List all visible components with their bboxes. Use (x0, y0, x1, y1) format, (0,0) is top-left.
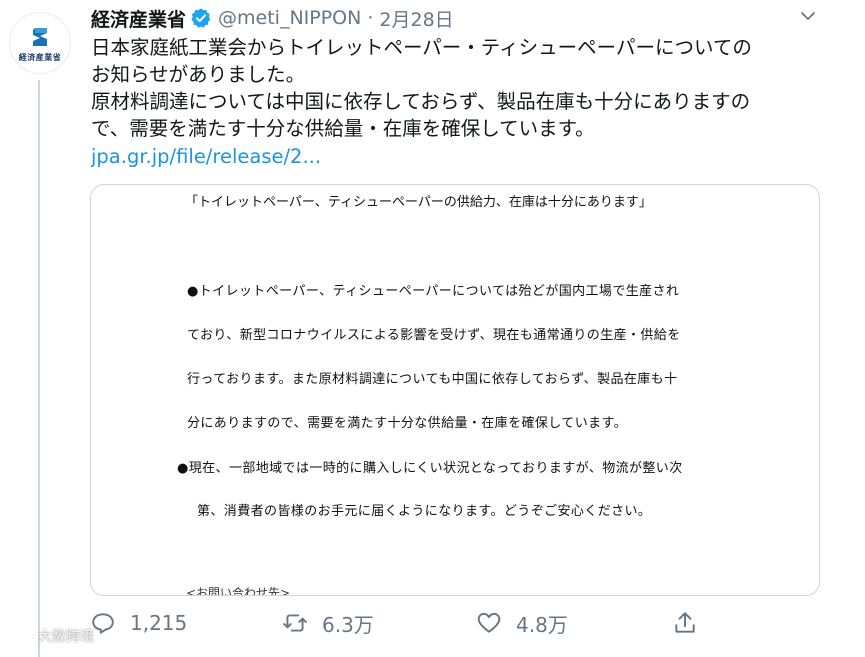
tweet-text-line: 日本家庭紙工業会からトイレットペーパー・ティシューペーパーについての (91, 36, 752, 59)
meti-logo-icon (33, 27, 47, 46)
attached-document-image[interactable]: 「トイレットペーパー、ティシューペーパーの供給力、在庫は十分にあります」 ●トイ… (90, 184, 820, 596)
document-line: 行っております。また原材料調達についても中国に依存しておらず、製品在庫も十 (187, 372, 678, 387)
tweet-date[interactable]: 2月28日 (379, 5, 453, 32)
tweet-actions: 1,215 6.3万 4.8万 (0, 603, 865, 647)
tweet-text: 日本家庭紙工業会からトイレットペーパー・ティシューペーパーについての お知らせが… (91, 34, 831, 142)
retweet-count: 6.3万 (322, 612, 374, 637)
like-count: 4.8万 (516, 612, 568, 637)
separator: · (367, 7, 374, 29)
heart-icon (477, 612, 501, 633)
chevron-down-icon[interactable] (798, 6, 818, 26)
display-name[interactable]: 経済産業省 (91, 5, 186, 32)
tweet-text-line: で、需要を満たす十分な供給量・在庫を確保しています。 (91, 117, 595, 140)
user-handle[interactable]: @meti_NIPPON (218, 7, 361, 29)
reply-count: 1,215 (130, 611, 188, 635)
verified-badge-icon (191, 8, 211, 28)
reply-button[interactable]: 1,215 (90, 603, 187, 643)
tweet-header: 経済産業省 @meti_NIPPON · 2月28日 (91, 5, 454, 31)
document-line: ており、新型コロナウイルスによる影響を受けず、現在も通常通りの生産・供給を (187, 328, 681, 343)
document-contact-heading: <お問い合わせ先> (186, 586, 291, 596)
avatar-label: 経済産業省 (18, 52, 62, 62)
like-button[interactable]: 4.8万 (476, 603, 568, 643)
retweet-button[interactable]: 6.3万 (282, 603, 374, 643)
share-icon (675, 612, 695, 633)
watermark-text: 大数跨境 (38, 629, 94, 645)
document-line: ●トイレットペーパー、ティシューペーパーについては殆どが国内工場で生産され (187, 284, 680, 299)
document-title: 「トイレットペーパー、ティシューペーパーの供給力、在庫は十分にあります」 (185, 195, 652, 210)
watermark: 大数跨境 (10, 626, 94, 646)
thread-line (38, 80, 40, 657)
document-line: 第、消費者の皆様のお手元に届くようになります。どうぞご安心ください。 (197, 504, 652, 519)
tweet-text-line: 原材料調達については中国に依存しておらず、製品在庫も十分にありますの (91, 90, 751, 113)
retweet-icon (283, 614, 307, 632)
share-button[interactable] (672, 603, 712, 643)
avatar[interactable]: 経済産業省 (9, 12, 71, 74)
watermark-logo-icon (12, 629, 32, 643)
document-line: 分にありますので、需要を満たす十分な供給量・在庫を確保しています。 (187, 416, 627, 431)
release-link[interactable]: jpa.gr.jp/file/release/2... (91, 145, 321, 168)
tweet-text-line: お知らせがありました。 (91, 63, 306, 86)
document-line: ●現在、一部地域では一時的に購入しにくい状況となっておりますが、物流が整い次 (177, 461, 683, 476)
